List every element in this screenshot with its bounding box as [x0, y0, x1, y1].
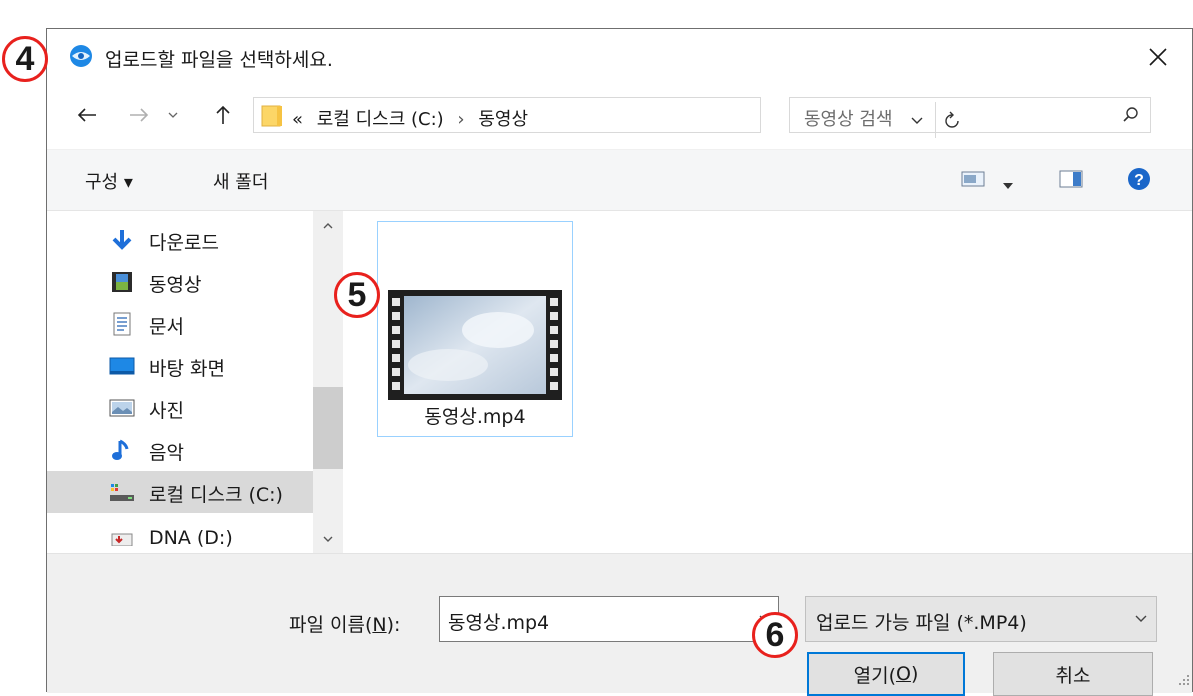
help-icon: ?: [1128, 168, 1150, 190]
nav-item-label: 다운로드: [149, 232, 219, 254]
filename-label-accesskey: N: [372, 614, 387, 636]
nav-item-music[interactable]: 음악: [47, 429, 313, 471]
video-folder-icon: [109, 270, 135, 294]
music-icon: [109, 438, 135, 462]
resize-grip[interactable]: [1178, 670, 1190, 691]
scroll-down-button[interactable]: [313, 525, 343, 553]
open-label-end: ): [910, 663, 919, 685]
resize-grip-icon: [1179, 675, 1189, 685]
command-bar: 구성 ▾ 새 폴더 ?: [47, 149, 1192, 211]
help-button[interactable]: ?: [1127, 167, 1151, 196]
nav-item-desktop[interactable]: 바탕 화면: [47, 345, 313, 387]
cancel-button[interactable]: 취소: [993, 652, 1153, 696]
filename-label-end: ):: [386, 614, 401, 636]
title-bar: 업로드할 파일을 선택하세요.: [47, 29, 1192, 85]
nav-item-documents[interactable]: 문서: [47, 303, 313, 345]
recent-locations-button[interactable]: [161, 97, 185, 133]
pictures-icon: [109, 396, 135, 420]
search-input[interactable]: 동영상 검색: [804, 105, 893, 131]
navigation-bar: « 로컬 디스크 (C:) › 동영상 동영상 검색: [47, 93, 1192, 138]
file-item[interactable]: 동영상.mp4: [377, 221, 573, 437]
nav-item-label: 동영상: [149, 274, 202, 296]
view-options-dropdown[interactable]: [1003, 174, 1013, 195]
caret-down-icon: [1003, 183, 1013, 189]
chevron-down-icon: [1135, 615, 1147, 622]
nav-item-dna-drive[interactable]: DNA (D:): [47, 513, 313, 553]
chevron-up-icon: [323, 222, 333, 228]
file-name: 동영상.mp4: [424, 406, 526, 428]
file-list-pane: 동영상.mp4: [343, 211, 1192, 553]
scroll-up-button[interactable]: [313, 211, 343, 239]
file-open-dialog: 업로드할 파일을 선택하세요. « 로컬 디스크 (C:) › 동영상 동영상 …: [46, 28, 1193, 696]
drive-icon: [109, 522, 135, 547]
up-arrow-icon: [216, 105, 230, 124]
organize-menu[interactable]: 구성 ▾: [85, 168, 133, 194]
filetype-select[interactable]: 업로드 가능 파일 (*.MP4): [805, 596, 1157, 642]
dialog-title: 업로드할 파일을 선택하세요.: [105, 49, 333, 71]
breadcrumb-local-disk[interactable]: 로컬 디스크 (C:): [317, 109, 444, 130]
up-button[interactable]: [207, 97, 239, 133]
preview-pane-button[interactable]: [1059, 170, 1083, 193]
filename-label-text: 파일 이름(: [289, 614, 373, 636]
view-options-button[interactable]: [961, 170, 985, 193]
close-icon: [1149, 48, 1167, 66]
new-folder-button[interactable]: 새 폴더: [213, 168, 268, 194]
drive-icon: [109, 480, 135, 504]
svg-text:?: ?: [1134, 172, 1144, 189]
nav-item-label: 음악: [149, 442, 184, 464]
back-button[interactable]: [71, 97, 103, 133]
nav-item-label: 사진: [149, 400, 184, 422]
callout-4: 4: [2, 36, 48, 82]
back-arrow-icon: [77, 108, 96, 122]
breadcrumb-overflow[interactable]: «: [292, 109, 303, 130]
filetype-value: 업로드 가능 파일 (*.MP4): [816, 612, 1027, 634]
close-button[interactable]: [1140, 39, 1176, 75]
scroll-thumb[interactable]: [313, 387, 343, 469]
filetype-dropdown-button[interactable]: [1134, 607, 1148, 634]
callout-6: 6: [752, 612, 798, 658]
forward-button[interactable]: [123, 97, 155, 133]
dialog-footer: 파일 이름(N): 동영상.mp4 업로드 가능 파일 (*.MP4) 열기(O…: [47, 553, 1192, 696]
open-label: 열기(: [853, 664, 896, 687]
breadcrumb: « 로컬 디스크 (C:) › 동영상: [292, 105, 536, 131]
nav-item-label: DNA (D:): [149, 527, 233, 549]
chevron-down-icon: [323, 536, 333, 542]
nav-pane-scrollbar[interactable]: [313, 211, 343, 553]
chevron-down-icon: [168, 112, 178, 118]
nav-item-downloads[interactable]: 다운로드: [47, 219, 313, 261]
address-bar[interactable]: « 로컬 디스크 (C:) › 동영상: [253, 97, 959, 138]
breadcrumb-separator[interactable]: ›: [457, 109, 464, 130]
view-icon: [961, 171, 985, 187]
nav-item-videos[interactable]: 동영상: [47, 261, 313, 303]
search-icon: [1122, 106, 1140, 129]
filename-label: 파일 이름(N):: [289, 610, 400, 637]
nav-item-pictures[interactable]: 사진: [47, 387, 313, 429]
navigation-pane: 다운로드 동영상 문서 바탕 화면 사진 음악 로컬 디스크 (C:) DNA …: [47, 211, 343, 553]
video-thumbnail: [388, 290, 562, 400]
nav-item-label: 로컬 디스크 (C:): [149, 484, 283, 506]
search-box[interactable]: 동영상 검색: [789, 97, 1151, 133]
filename-field[interactable]: 동영상.mp4: [448, 608, 549, 635]
document-icon: [109, 312, 135, 336]
nav-item-local-disk[interactable]: 로컬 디스크 (C:): [47, 471, 313, 513]
desktop-icon: [109, 354, 135, 378]
app-icon: [69, 44, 93, 68]
filename-combobox[interactable]: 동영상.mp4: [439, 596, 779, 642]
breadcrumb-videos[interactable]: 동영상: [478, 109, 528, 130]
forward-arrow-icon: [130, 108, 149, 122]
callout-5: 5: [334, 272, 380, 318]
open-accesskey: O: [895, 663, 911, 685]
nav-item-label: 바탕 화면: [149, 358, 225, 380]
folder-icon: [260, 104, 284, 133]
preview-pane-icon: [1059, 170, 1083, 188]
nav-item-label: 문서: [149, 316, 184, 338]
download-icon: [109, 228, 135, 252]
open-button[interactable]: 열기(O): [807, 652, 965, 696]
